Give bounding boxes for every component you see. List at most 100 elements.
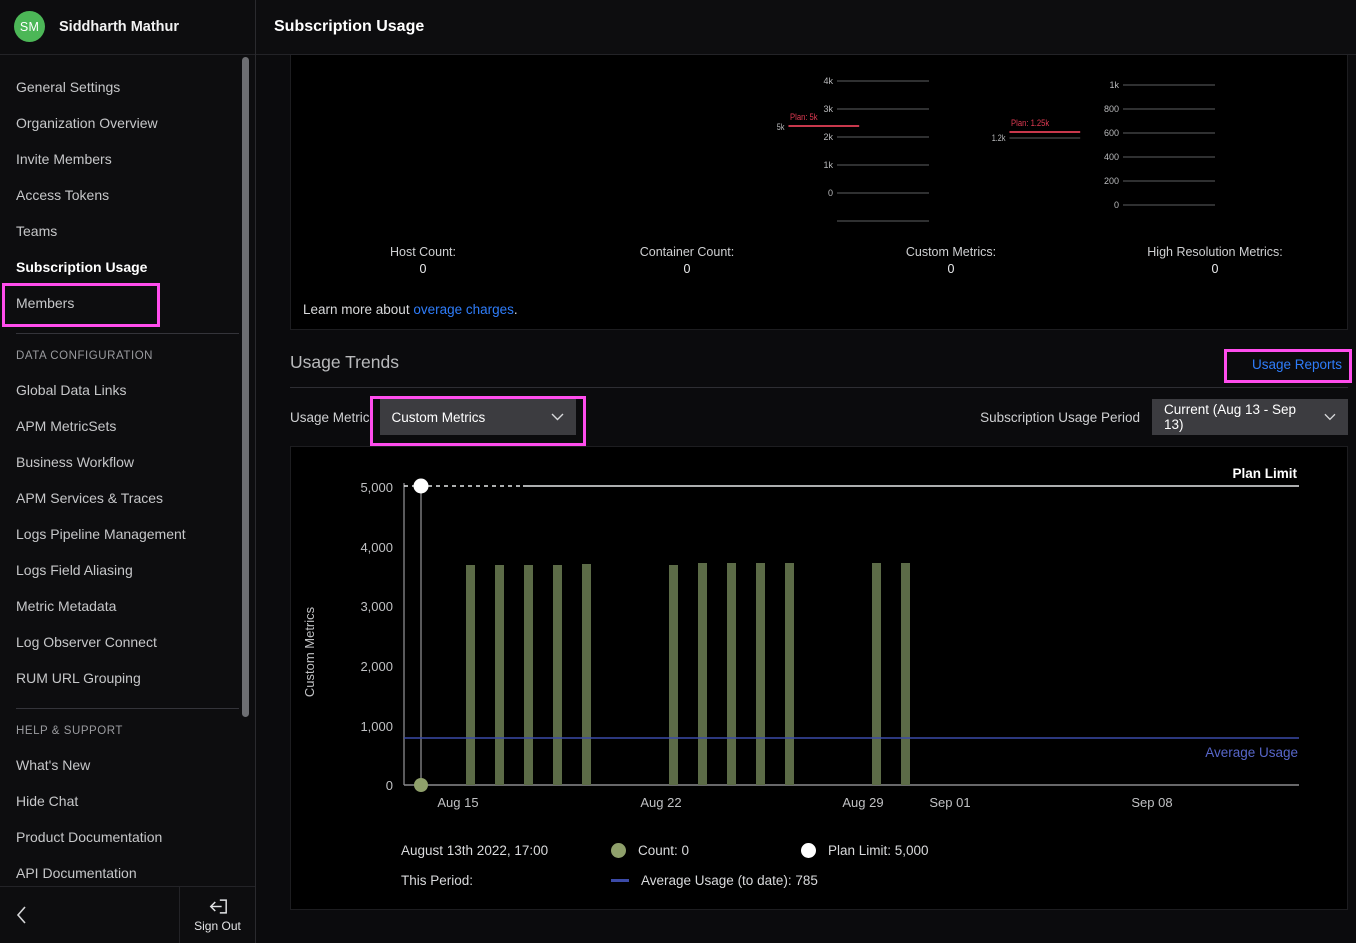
usage-cell-host-count: Host Count: 0 [291,55,555,277]
sidebar-item-logs-pipeline-management[interactable]: Logs Pipeline Management [0,516,255,552]
legend-timestamp: August 13th 2022, 17:00 [401,842,549,858]
plan-limit-marker [413,478,429,494]
sidebar-item-business-workflow[interactable]: Business Workflow [0,444,255,480]
chevron-down-icon [1324,413,1336,421]
high-res-metrics-value: 0 [1211,262,1219,276]
svg-text:Sep 01: Sep 01 [929,795,970,810]
host-count-value: 0 [419,262,427,276]
sidebar-item-api-documentation[interactable]: API Documentation [0,855,255,887]
svg-text:400: 400 [1104,152,1119,162]
bar [785,563,794,785]
average-usage-swatch [611,878,629,882]
bar [901,563,910,785]
sidebar-item-logs-field-aliasing[interactable]: Logs Field Aliasing [0,552,255,588]
sidebar-item-organization-overview[interactable]: Organization Overview [0,105,255,141]
learn-more-suffix: . [513,302,518,317]
page-content: Host Count: 0 Container Count: 0 4k 3k 2… [256,55,1356,943]
svg-text:4,000: 4,000 [360,540,393,555]
usage-trends-title: Usage Trends [290,352,399,372]
bar [466,565,475,785]
high-res-metrics-caption: High Resolution Metrics: 0 [1083,244,1347,278]
sidebar-item-product-documentation[interactable]: Product Documentation [0,819,255,855]
usage-metric-control: Usage Metric Custom Metrics [290,399,576,435]
bars-group [466,563,910,785]
page-title: Subscription Usage [274,18,425,35]
usage-period-control: Subscription Usage Period Current (Aug 1… [980,399,1348,435]
svg-text:4k: 4k [823,76,833,86]
sidebar-scrollbar[interactable] [242,55,249,887]
custom-metrics-value: 0 [947,262,955,276]
usage-cell-high-res-metrics: 1k 800 600 400 200 0 High Resolution Met… [1083,55,1347,277]
sidebar-divider-2 [16,707,239,709]
legend-plan-limit-label: Plan Limit: 5,000 [828,842,929,858]
sidebar-item-teams[interactable]: Teams [0,213,255,249]
svg-text:200: 200 [1104,176,1119,186]
chart-legend-row-2: This Period: Average Usage (to date): 78… [401,865,1337,895]
svg-text:Aug 15: Aug 15 [437,795,478,810]
svg-text:Aug 22: Aug 22 [640,795,681,810]
svg-text:3,000: 3,000 [360,599,393,614]
chevron-left-icon [16,906,26,924]
plan-limit-annotation: Plan Limit [1232,466,1297,481]
legend-this-period: This Period: [401,872,474,888]
bar [727,563,736,785]
sidebar-item-subscription-usage[interactable]: Subscription Usage [0,249,255,285]
sidebar-item-members[interactable]: Members [0,285,255,321]
chart-legend-row-1: August 13th 2022, 17:00 Count: 0 Plan Li… [401,835,1337,865]
bar [524,565,533,785]
usage-period-value: Current (Aug 13 - Sep 13) [1164,402,1297,432]
container-count-caption: Container Count: 0 [555,244,819,278]
sidebar-item-hide-chat[interactable]: Hide Chat [0,783,255,819]
usage-summary-grid: Host Count: 0 Container Count: 0 4k 3k 2… [291,55,1347,277]
bar [669,565,678,785]
sidebar: SM Siddharth Mathur General Settings Org… [0,0,256,943]
sidebar-item-global-data-links[interactable]: Global Data Links [0,372,255,408]
sign-out-icon [209,899,227,914]
svg-text:0: 0 [386,778,393,793]
sidebar-item-rum-url-grouping[interactable]: RUM URL Grouping [0,660,255,696]
legend-count: Count: 0 [611,842,801,858]
svg-text:1k: 1k [823,160,833,170]
usage-cell-custom-metrics: 4k 3k 2k 1k 0 5k Custom Metrics: 0 [819,55,1083,277]
user-profile-row[interactable]: SM Siddharth Mathur [0,0,255,55]
usage-period-select[interactable]: Current (Aug 13 - Sep 13) [1152,399,1348,435]
sidebar-item-access-tokens[interactable]: Access Tokens [0,177,255,213]
svg-text:3k: 3k [823,104,833,114]
sidebar-item-general-settings[interactable]: General Settings [0,69,255,105]
learn-more-text: Learn more about overage charges. [303,302,518,317]
sign-out-label: Sign Out [194,919,241,934]
sidebar-scrollbar-thumb[interactable] [242,56,249,717]
y-axis-title: Custom Metrics [302,606,317,697]
svg-text:2k: 2k [823,132,833,142]
sidebar-item-apm-services-traces[interactable]: APM Services & Traces [0,480,255,516]
overage-charges-link[interactable]: overage charges [413,302,514,317]
usage-period-label: Subscription Usage Period [980,409,1140,425]
usage-trends-controls: Usage Metric Custom Metrics Subscription… [290,388,1348,446]
usage-metric-value: Custom Metrics [391,409,486,425]
sidebar-section-data-configuration: DATA CONFIGURATION [16,349,154,362]
custom-metrics-caption: Custom Metrics: 0 [819,244,1083,278]
sidebar-item-apm-metricsets[interactable]: APM MetricSets [0,408,255,444]
svg-text:800: 800 [1104,104,1119,114]
usage-reports-link[interactable]: Usage Reports [1252,357,1342,372]
legend-count-label: Count: 0 [638,842,690,858]
legend-plan-limit: Plan Limit: 5,000 [801,842,929,858]
avatar: SM [14,11,45,43]
count-marker [414,778,428,792]
legend-average-usage-label: Average Usage (to date): 785 [641,872,818,888]
collapse-sidebar-button[interactable] [0,887,180,943]
chevron-down-icon [551,413,564,421]
usage-metric-select[interactable]: Custom Metrics [379,399,576,435]
sidebar-item-whats-new[interactable]: What's New [0,747,255,783]
bar [495,565,504,785]
average-usage-annotation: Average Usage [1205,745,1298,760]
usage-summary-panel: Host Count: 0 Container Count: 0 4k 3k 2… [290,55,1348,330]
sidebar-footer: Sign Out [0,886,255,943]
sign-out-button[interactable]: Sign Out [180,887,255,943]
bar [698,563,707,785]
plan-limit-swatch [801,842,816,858]
sidebar-item-metric-metadata[interactable]: Metric Metadata [0,588,255,624]
sidebar-item-invite-members[interactable]: Invite Members [0,141,255,177]
sidebar-item-log-observer-connect[interactable]: Log Observer Connect [0,624,255,660]
bar [872,563,881,785]
